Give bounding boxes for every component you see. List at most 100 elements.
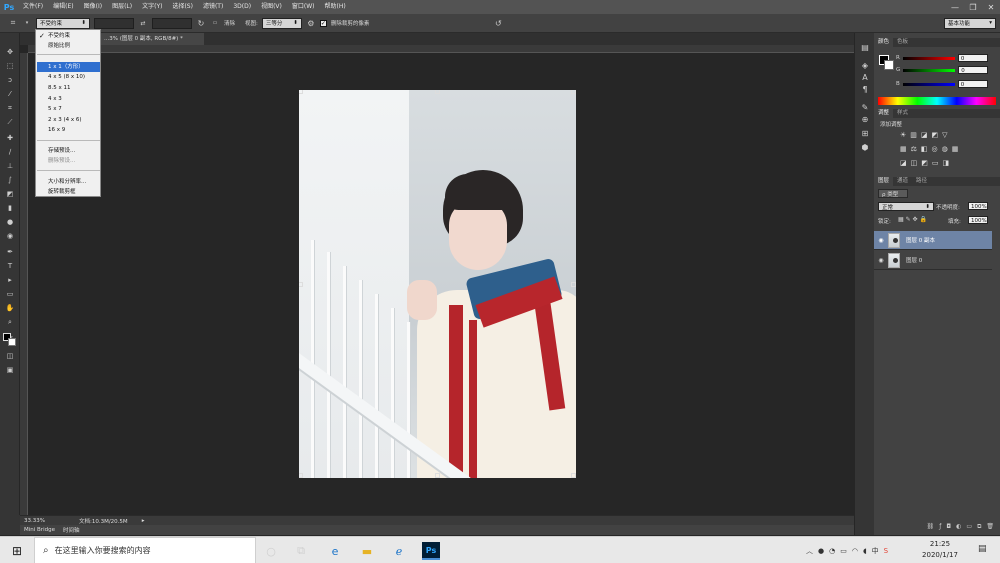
type-tool-icon[interactable]: T bbox=[3, 261, 17, 271]
sogou-icon[interactable]: S bbox=[884, 547, 888, 555]
invert-icon[interactable]: ◪ bbox=[900, 159, 907, 169]
crop-handle[interactable] bbox=[571, 282, 576, 287]
menu-layer[interactable]: 图层(L) bbox=[107, 0, 137, 14]
menu-item-save-preset[interactable]: 存储预设... bbox=[37, 146, 100, 156]
menu-edit[interactable]: 编辑(E) bbox=[48, 0, 78, 14]
network-icon[interactable]: ▭ bbox=[840, 547, 847, 555]
taskbar-clock[interactable]: 21:25 2020/1/17 bbox=[910, 539, 970, 561]
crop-handle[interactable] bbox=[299, 473, 303, 478]
vibrance-icon[interactable]: ▽ bbox=[942, 131, 947, 141]
eye-icon[interactable]: ◉ bbox=[874, 257, 888, 264]
ratio-select[interactable]: 不受约束 ⬍ bbox=[36, 17, 90, 29]
clear-button[interactable]: 清除 bbox=[224, 19, 235, 27]
healing-tool-icon[interactable]: ✚ bbox=[3, 133, 17, 143]
notification-icon[interactable]: ▤ bbox=[978, 544, 992, 558]
menu-select[interactable]: 选择(S) bbox=[167, 0, 198, 14]
blend-mode-select[interactable]: 正常 ⬍ bbox=[878, 202, 934, 211]
history-brush-tool-icon[interactable]: ∫ bbox=[3, 175, 17, 185]
gear-icon[interactable]: ⚙ bbox=[306, 18, 316, 28]
photo-filter-icon[interactable]: ◎ bbox=[932, 145, 938, 155]
wifi-icon[interactable]: ◠ bbox=[852, 547, 858, 555]
tab-adjustments[interactable]: 调整 bbox=[874, 109, 894, 118]
eyedropper-tool-icon[interactable]: ⟋ bbox=[3, 117, 17, 127]
menu-help[interactable]: 帮助(H) bbox=[320, 0, 351, 14]
levels-icon[interactable]: ▥ bbox=[910, 131, 917, 141]
tab-layers[interactable]: 图层 bbox=[874, 177, 894, 186]
paragraph-panel-icon[interactable]: ¶ bbox=[859, 83, 871, 95]
crop-tool-icon[interactable]: ⌗ bbox=[8, 18, 18, 28]
menu-item-ratio-4x5[interactable]: 4 x 5 (8 x 10) bbox=[37, 72, 100, 82]
tab-swatches[interactable]: 色板 bbox=[893, 38, 912, 47]
tab-color[interactable]: 颜色 bbox=[874, 38, 894, 47]
tool-presets-icon[interactable]: ⊞ bbox=[859, 127, 871, 139]
lock-icon[interactable]: ▦ ✎ ✥ 🔒 bbox=[898, 216, 927, 223]
crop-handle[interactable] bbox=[571, 473, 576, 478]
zoom-level[interactable]: 33.33% bbox=[24, 518, 45, 524]
new-layer-icon[interactable]: ⧉ bbox=[977, 523, 981, 533]
brush-tool-icon[interactable]: ∕ bbox=[3, 147, 17, 157]
dodge-tool-icon[interactable]: ◉ bbox=[3, 231, 17, 241]
menu-filter[interactable]: 滤镜(T) bbox=[198, 0, 228, 14]
chevron-down-icon[interactable]: ▾ bbox=[22, 18, 32, 28]
move-tool-icon[interactable]: ✥ bbox=[3, 47, 17, 57]
eye-icon[interactable]: ◉ bbox=[874, 237, 888, 244]
path-select-tool-icon[interactable]: ▸ bbox=[3, 275, 17, 285]
screen-mode-icon[interactable]: ▣ bbox=[3, 365, 17, 375]
properties-panel-icon[interactable]: ◈ bbox=[859, 59, 871, 71]
3d-panel-icon[interactable]: ⬢ bbox=[859, 141, 871, 153]
threshold-icon[interactable]: ◩ bbox=[921, 159, 928, 169]
menu-item-unconstrained[interactable]: ✓ 不受约束 bbox=[37, 31, 100, 41]
zoom-tool-icon[interactable]: ⌕ bbox=[3, 317, 17, 327]
red-value[interactable]: 0 bbox=[957, 54, 988, 62]
menu-item-ratio-4x3[interactable]: 4 x 3 bbox=[37, 94, 100, 104]
magic-wand-tool-icon[interactable]: ⁄ bbox=[3, 89, 17, 99]
background-color-swatch[interactable] bbox=[8, 338, 16, 346]
width-input[interactable] bbox=[94, 17, 134, 29]
task-view-icon[interactable]: ⧉ bbox=[292, 542, 310, 560]
workspace-select[interactable]: 基本功能 ▾ bbox=[944, 17, 996, 29]
file-explorer-icon[interactable]: ▬ bbox=[358, 542, 376, 560]
tray-expand-icon[interactable]: ︿ bbox=[806, 546, 813, 556]
menu-window[interactable]: 窗口(W) bbox=[287, 0, 320, 14]
green-value[interactable]: 0 bbox=[958, 66, 989, 74]
panel-bg-swatch[interactable] bbox=[884, 60, 894, 70]
canvas-photo[interactable] bbox=[299, 90, 576, 478]
clone-source-panel-icon[interactable]: ⊕ bbox=[859, 113, 871, 125]
green-slider[interactable] bbox=[903, 68, 956, 72]
eraser-tool-icon[interactable]: ◩ bbox=[3, 189, 17, 199]
posterize-icon[interactable]: ◫ bbox=[911, 159, 918, 169]
bw-icon[interactable]: ◧ bbox=[921, 145, 928, 155]
crop-handle[interactable] bbox=[571, 90, 576, 94]
menu-item-ratio-16x9[interactable]: 16 x 9 bbox=[37, 125, 100, 135]
fx-icon[interactable]: ƒ bbox=[939, 523, 941, 533]
crop-handle[interactable] bbox=[299, 282, 303, 287]
link-icon[interactable]: ⛓ bbox=[927, 523, 935, 533]
hue-icon[interactable]: ▦ bbox=[900, 145, 907, 155]
curves-icon[interactable]: ◪ bbox=[921, 131, 928, 141]
brush-panel-icon[interactable]: ✎ bbox=[859, 101, 871, 113]
minimize-button[interactable]: — bbox=[946, 0, 964, 14]
exposure-icon[interactable]: ◩ bbox=[932, 131, 939, 141]
lasso-tool-icon[interactable]: ↄ bbox=[3, 75, 17, 85]
menu-image[interactable]: 图像(I) bbox=[79, 0, 107, 14]
rotate-icon[interactable]: ↻ bbox=[196, 18, 206, 28]
ie-icon[interactable]: ℯ bbox=[390, 542, 408, 560]
fill-value[interactable]: 100% bbox=[968, 216, 988, 224]
mask-icon[interactable]: ◘ bbox=[946, 523, 951, 533]
menu-item-ratio-1x1[interactable]: 1 x 1（方形） bbox=[37, 62, 100, 72]
menu-item-rotate-crop[interactable]: 旋转裁剪框 bbox=[37, 187, 100, 197]
color-spectrum[interactable] bbox=[878, 97, 996, 105]
cortana-icon[interactable]: ○ bbox=[262, 542, 280, 560]
reset-icon[interactable]: ↺ bbox=[493, 18, 503, 28]
menu-3d[interactable]: 3D(D) bbox=[228, 0, 256, 14]
crop-handle[interactable] bbox=[435, 90, 440, 94]
tab-channels[interactable]: 通道 bbox=[893, 177, 912, 186]
character-panel-icon[interactable]: A bbox=[859, 71, 871, 83]
blue-slider[interactable] bbox=[902, 82, 955, 86]
start-button[interactable]: ⊞ bbox=[0, 537, 34, 563]
color-balance-icon[interactable]: ⚖ bbox=[911, 145, 917, 155]
hand-tool-icon[interactable]: ✋ bbox=[3, 303, 17, 313]
ime-indicator[interactable]: 中 bbox=[872, 546, 879, 556]
maximize-button[interactable]: ❐ bbox=[964, 0, 982, 14]
gradient-map-icon[interactable]: ▭ bbox=[932, 159, 939, 169]
